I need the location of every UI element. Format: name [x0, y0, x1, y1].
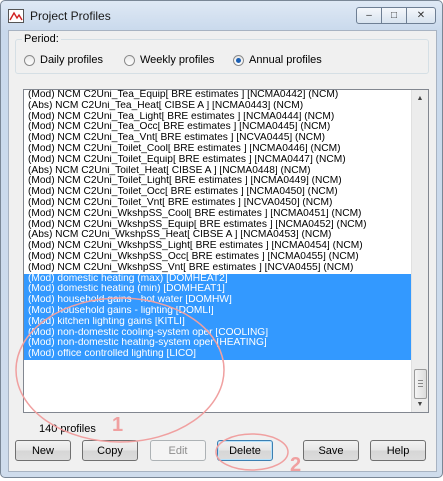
- profile-list-item[interactable]: (Mod) NCM C2Uni_Toilet_Occ[ BRE estimate…: [24, 187, 411, 198]
- dialog-client-area: Period: Daily profiles Weekly profiles A…: [8, 30, 437, 472]
- help-button[interactable]: Help: [370, 440, 426, 461]
- profile-list-item[interactable]: (Mod) NCM C2Uni_WkshpSS_Equip[ BRE estim…: [24, 220, 411, 231]
- profiles-list: (Mod) NCM C2Uni_Tea_Equip[ BRE estimates…: [24, 90, 411, 360]
- period-groupbox: Period: Daily profiles Weekly profiles A…: [15, 33, 429, 74]
- radio-circle-icon: [124, 54, 135, 66]
- radio-circle-icon: [24, 54, 35, 66]
- profile-list-item[interactable]: (Mod) NCM C2Uni_Toilet_Cool[ BRE estimat…: [24, 144, 411, 155]
- delete-button[interactable]: Delete: [217, 440, 273, 461]
- daily-profiles-radio[interactable]: Daily profiles: [24, 54, 103, 66]
- scroll-up-arrow-icon[interactable]: ▲: [412, 90, 428, 106]
- project-profiles-window: Project Profiles – □ ✕ Period: Daily pro…: [0, 0, 443, 478]
- profiles-listbox[interactable]: (Mod) NCM C2Uni_Tea_Equip[ BRE estimates…: [23, 89, 429, 413]
- profile-list-item[interactable]: (Abs) NCM C2Uni_Tea_Heat[ CIBSE A ] [NCM…: [24, 101, 411, 112]
- profile-list-item[interactable]: (Mod) NCM C2Uni_Tea_Vnt[ BRE estimates ]…: [24, 133, 411, 144]
- profile-list-item[interactable]: (Mod) NCM C2Uni_WkshpSS_Cool[ BRE estima…: [24, 209, 411, 220]
- profile-list-item[interactable]: (Mod) non-domestic cooling-system oper […: [24, 327, 411, 339]
- profile-list-item[interactable]: (Mod) NCM C2Uni_WkshpSS_Light[ BRE estim…: [24, 241, 411, 252]
- annual-profiles-radio[interactable]: Annual profiles: [233, 54, 322, 66]
- profile-list-item[interactable]: (Mod) kitchen lighting gains [KITLI]: [24, 316, 411, 328]
- title-bar[interactable]: Project Profiles – □ ✕: [1, 1, 442, 31]
- profile-list-item[interactable]: (Mod) household gains - hot water [DOMHW…: [24, 295, 411, 306]
- profile-list-item[interactable]: (Mod) NCM C2Uni_WkshpSS_Occ[ BRE estimat…: [24, 252, 411, 263]
- profile-list-item[interactable]: (Mod) NCM C2Uni_Tea_Light[ BRE estimates…: [24, 112, 411, 123]
- profile-list-item[interactable]: (Mod) office controlled lighting [LICO]: [24, 349, 411, 360]
- profile-list-item[interactable]: (Mod) household gains - lighting [DOMLI]: [24, 305, 411, 317]
- profile-list-item[interactable]: (Abs) NCM C2Uni_Toilet_Heat[ CIBSE A ] […: [24, 166, 411, 177]
- copy-button[interactable]: Copy: [82, 440, 138, 461]
- new-button[interactable]: New: [15, 440, 71, 461]
- profile-list-item[interactable]: (Mod) NCM C2Uni_Tea_Equip[ BRE estimates…: [24, 90, 411, 101]
- scrollbar-thumb[interactable]: [414, 369, 427, 399]
- profile-list-item[interactable]: (Mod) domestic heating (max) [DOMHEAT2]: [24, 273, 411, 285]
- minimize-button[interactable]: –: [356, 7, 382, 24]
- radio-circle-selected-icon: [233, 54, 244, 66]
- scroll-down-arrow-icon[interactable]: ▼: [412, 396, 428, 412]
- maximize-button[interactable]: □: [381, 7, 407, 24]
- annual-profiles-label: Annual profiles: [249, 54, 322, 66]
- profile-list-item[interactable]: (Mod) domestic heating (min) [DOMHEAT1]: [24, 284, 411, 296]
- thumb-grip: [418, 383, 423, 384]
- window-title: Project Profiles: [30, 9, 111, 23]
- weekly-profiles-radio[interactable]: Weekly profiles: [124, 54, 214, 66]
- window-controls: – □ ✕: [356, 7, 436, 24]
- save-button[interactable]: Save: [303, 440, 359, 461]
- thumb-grip: [418, 380, 423, 381]
- weekly-profiles-label: Weekly profiles: [140, 54, 215, 66]
- vertical-scrollbar[interactable]: ▲ ▼: [411, 90, 428, 412]
- close-button[interactable]: ✕: [406, 7, 436, 24]
- profile-list-item[interactable]: (Abs) NCM C2Uni_WkshpSS_Heat[ CIBSE A ] …: [24, 230, 411, 241]
- profile-count: 140 profiles: [39, 423, 96, 435]
- profile-list-item[interactable]: (Mod) NCM C2Uni_WkshpSS_Vnt[ BRE estimat…: [24, 263, 411, 274]
- period-legend: Period:: [22, 33, 61, 45]
- profile-list-item[interactable]: (Mod) non-domestic heating-system oper […: [24, 338, 411, 350]
- thumb-grip: [418, 386, 423, 387]
- app-icon: [8, 9, 24, 23]
- profile-list-item[interactable]: (Mod) NCM C2Uni_Toilet_Vnt[ BRE estimate…: [24, 198, 411, 209]
- daily-profiles-label: Daily profiles: [40, 54, 103, 66]
- profile-list-item[interactable]: (Mod) NCM C2Uni_Toilet_Equip[ BRE estima…: [24, 155, 411, 166]
- edit-button[interactable]: Edit: [150, 440, 206, 461]
- profile-list-item[interactable]: (Mod) NCM C2Uni_Toilet_Light[ BRE estima…: [24, 176, 411, 187]
- profile-list-item[interactable]: (Mod) NCM C2Uni_Tea_Occ[ BRE estimates ]…: [24, 122, 411, 133]
